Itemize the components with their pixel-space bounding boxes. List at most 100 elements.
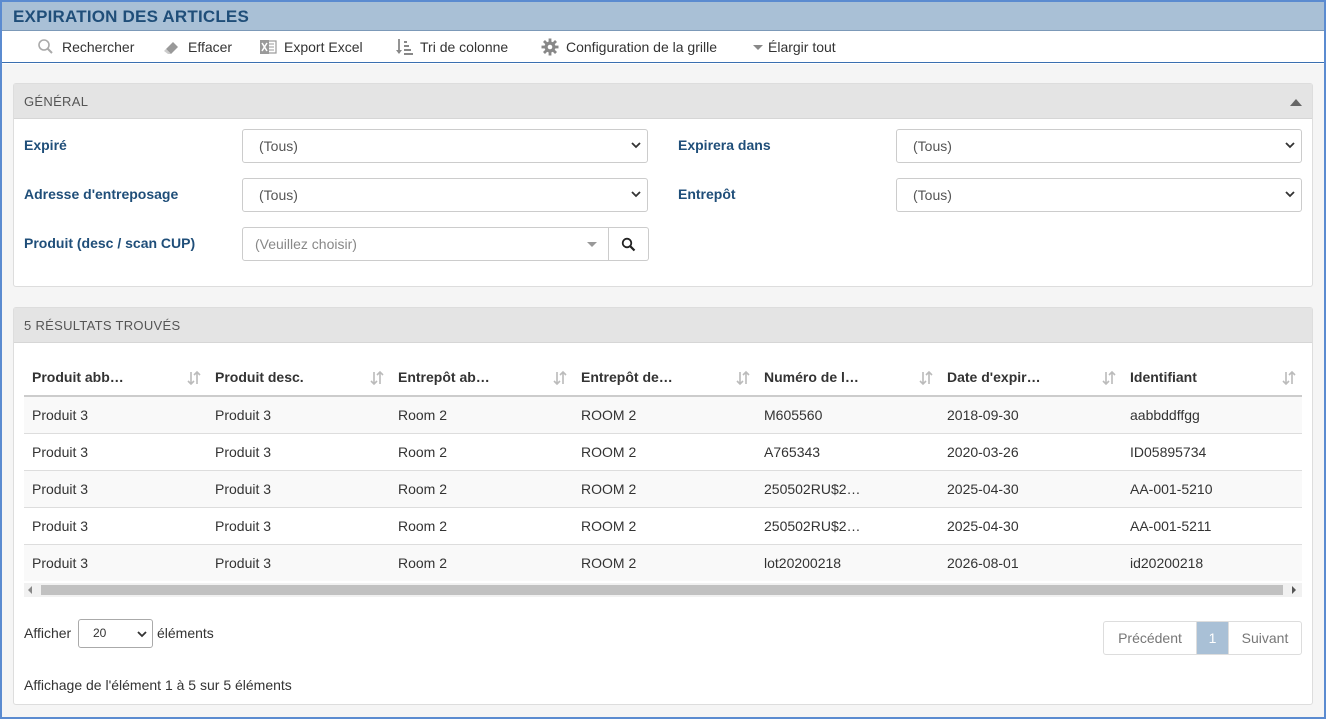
grid-config-button[interactable]: Configuration de la grille	[541, 38, 717, 56]
table-cell: Produit 3	[207, 506, 390, 544]
product-combobox[interactable]: (Veuillez choisir)	[242, 227, 609, 261]
toolbar: Rechercher Effacer Export Excel Tri de c…	[2, 31, 1324, 63]
table-cell: Produit 3	[24, 469, 207, 507]
search-button[interactable]: Rechercher	[37, 38, 134, 56]
column-header[interactable]: Entrepôt ab…	[390, 359, 573, 397]
product-search-button[interactable]	[609, 227, 649, 261]
chevron-down-icon	[631, 142, 641, 149]
table-cell: 2025-04-30	[939, 506, 1122, 544]
expires-in-select-value: (Tous)	[913, 138, 952, 154]
horizontal-scrollbar[interactable]	[24, 583, 1302, 597]
table-cell: Room 2	[390, 395, 573, 433]
table-row[interactable]: Produit 3 Produit 3 Room 2 ROOM 2 A76534…	[24, 432, 1302, 470]
pagination: Précédent 1 Suivant	[1103, 621, 1302, 655]
column-header[interactable]: Produit desc.	[207, 359, 390, 397]
clear-button-label: Effacer	[188, 39, 233, 55]
export-excel-button[interactable]: Export Excel	[259, 38, 363, 56]
page-1-button[interactable]: 1	[1196, 622, 1229, 654]
next-page-button[interactable]: Suivant	[1229, 622, 1301, 654]
page-title: EXPIRATION DES ARTICLES	[13, 7, 250, 26]
table-cell: ID05895734	[1122, 432, 1302, 470]
table-row[interactable]: Produit 3 Produit 3 Room 2 ROOM 2 250502…	[24, 469, 1302, 507]
table-cell: A765343	[756, 432, 939, 470]
column-sort-label: Tri de colonne	[420, 39, 509, 55]
product-placeholder: (Veuillez choisir)	[255, 236, 357, 252]
excel-icon	[260, 40, 277, 54]
caret-down-icon	[587, 242, 597, 247]
warehouse-label: Entrepôt	[678, 186, 736, 202]
warehouse-select-value: (Tous)	[913, 187, 952, 203]
expired-select[interactable]: (Tous)	[242, 129, 648, 163]
sort-arrows-icon[interactable]	[1282, 370, 1296, 386]
table-row[interactable]: Produit 3 Produit 3 Room 2 ROOM 2 M60556…	[24, 395, 1302, 433]
sort-arrows-icon[interactable]	[553, 370, 567, 386]
results-panel-title: 5 RÉSULTATS TROUVÉS	[24, 318, 181, 333]
search-button-label: Rechercher	[62, 39, 135, 55]
table-cell: ROOM 2	[573, 543, 756, 581]
chevron-down-icon	[1285, 191, 1295, 198]
show-label: Afficher	[24, 625, 72, 641]
sort-arrows-icon[interactable]	[736, 370, 750, 386]
collapse-icon[interactable]	[1290, 98, 1302, 106]
table-cell: ROOM 2	[573, 395, 756, 433]
table-cell: M605560	[756, 395, 939, 433]
expires-in-select[interactable]: (Tous)	[896, 129, 1302, 163]
results-table: Produit abb… Produit desc. Entrepôt ab… …	[24, 359, 1302, 581]
table-cell: id20200218	[1122, 543, 1302, 581]
table-cell: ROOM 2	[573, 469, 756, 507]
scrollbar-thumb[interactable]	[41, 585, 1283, 595]
table-cell: 250502RU$2…	[756, 469, 939, 507]
scroll-left-icon[interactable]	[28, 586, 32, 594]
table-cell: Room 2	[390, 506, 573, 544]
table-cell: 2018-09-30	[939, 395, 1122, 433]
table-cell: aabbddffgg	[1122, 395, 1302, 433]
sort-arrows-icon[interactable]	[1102, 370, 1116, 386]
chevron-down-icon	[137, 631, 147, 638]
table-cell: Produit 3	[207, 432, 390, 470]
table-cell: ROOM 2	[573, 432, 756, 470]
sort-arrows-icon[interactable]	[370, 370, 384, 386]
column-header[interactable]: Produit abb…	[24, 359, 207, 397]
chevron-down-icon	[1285, 142, 1295, 149]
expand-all-label: Élargir tout	[768, 39, 836, 55]
scroll-right-icon[interactable]	[1292, 586, 1296, 594]
storage-address-select-value: (Tous)	[259, 187, 298, 203]
column-header-label: Date d'expir…	[947, 369, 1041, 385]
column-header[interactable]: Numéro de l…	[756, 359, 939, 397]
column-header[interactable]: Identifiant	[1122, 359, 1302, 397]
column-header[interactable]: Date d'expir…	[939, 359, 1122, 397]
table-row[interactable]: Produit 3 Produit 3 Room 2 ROOM 2 lot202…	[24, 543, 1302, 581]
column-header-label: Produit abb…	[32, 369, 124, 385]
table-row[interactable]: Produit 3 Produit 3 Room 2 ROOM 2 250502…	[24, 506, 1302, 544]
export-excel-label: Export Excel	[284, 39, 363, 55]
title-bar: EXPIRATION DES ARTICLES	[2, 2, 1324, 31]
previous-page-button[interactable]: Précédent	[1104, 622, 1196, 654]
sort-arrows-icon[interactable]	[919, 370, 933, 386]
product-label: Produit (desc / scan CUP)	[24, 235, 196, 251]
storage-address-label: Adresse d'entreposage	[24, 186, 179, 202]
table-cell: Produit 3	[207, 543, 390, 581]
warehouse-select[interactable]: (Tous)	[896, 178, 1302, 212]
pagination-info: Affichage de l'élément 1 à 5 sur 5 éléme…	[24, 677, 292, 693]
table-cell: Produit 3	[207, 395, 390, 433]
sort-arrows-icon[interactable]	[187, 370, 201, 386]
expired-label: Expiré	[24, 137, 67, 153]
clear-button[interactable]: Effacer	[163, 38, 232, 56]
column-sort-button[interactable]: Tri de colonne	[395, 38, 508, 56]
table-cell: ROOM 2	[573, 506, 756, 544]
column-header[interactable]: Entrepôt de…	[573, 359, 756, 397]
storage-address-select[interactable]: (Tous)	[242, 178, 648, 212]
general-panel: GÉNÉRAL Expiré (Tous) Expirera dans (Tou…	[13, 83, 1313, 287]
gear-icon	[541, 38, 559, 56]
table-cell: Room 2	[390, 469, 573, 507]
table-cell: AA-001-5211	[1122, 506, 1302, 544]
page-size-select[interactable]: 20	[78, 619, 153, 648]
expand-all-button[interactable]: Élargir tout	[752, 38, 836, 56]
table-cell: lot20200218	[756, 543, 939, 581]
expired-select-value: (Tous)	[259, 138, 298, 154]
table-cell: 2026-08-01	[939, 543, 1122, 581]
grid-config-label: Configuration de la grille	[566, 39, 717, 55]
general-panel-header[interactable]: GÉNÉRAL	[14, 84, 1312, 119]
general-panel-title: GÉNÉRAL	[24, 94, 89, 109]
table-cell: Produit 3	[207, 469, 390, 507]
